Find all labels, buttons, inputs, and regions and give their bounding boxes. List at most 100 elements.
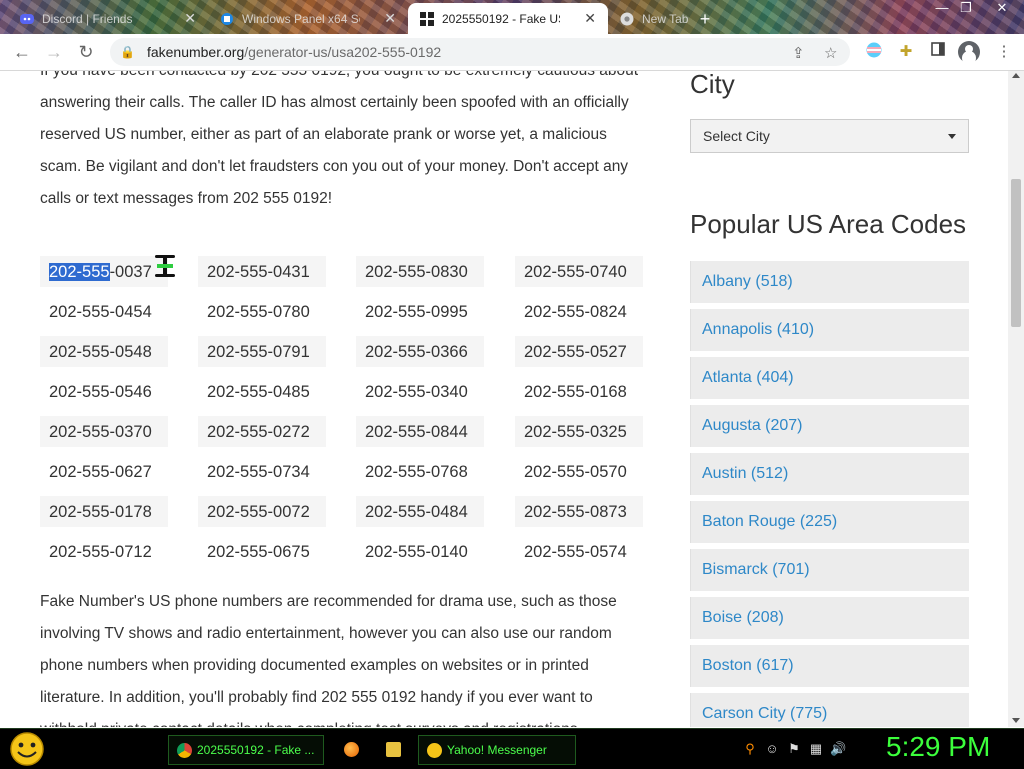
area-code-link[interactable]: Boston (617)	[690, 645, 969, 687]
selected-text: 202-555	[49, 263, 110, 281]
phone-number[interactable]: 202-555-0570	[515, 456, 643, 487]
phone-number[interactable]: 202-555-0072	[198, 496, 326, 527]
area-code-link[interactable]: Carson City (775)	[690, 693, 969, 727]
taskbar-firefox[interactable]	[336, 735, 362, 763]
search-icon[interactable]: ⚲	[742, 741, 758, 757]
unselected-text: -0037	[109, 263, 152, 281]
phone-number[interactable]: 202-555-0366	[356, 336, 484, 367]
area-code-link[interactable]: Austin (512)	[690, 453, 969, 495]
area-code-link[interactable]: Albany (518)	[690, 261, 969, 303]
phone-number[interactable]: 202-555-0178	[40, 496, 168, 527]
back-arrow-icon[interactable]: ←	[10, 41, 34, 63]
tab-title: Windows Panel x64 Setu	[242, 11, 360, 26]
phone-number[interactable]: 202-555-0574	[515, 536, 643, 567]
phone-number[interactable]: 202-555-0830	[356, 256, 484, 287]
start-smiley-icon[interactable]	[8, 731, 46, 767]
tab-discord[interactable]: Discord | Friends ✕	[8, 3, 208, 34]
volume-icon[interactable]: 🔊	[830, 741, 846, 757]
taskbar-folder[interactable]	[378, 735, 404, 763]
area-code-link[interactable]: Boise (208)	[690, 597, 969, 639]
close-tab-icon[interactable]: ✕	[584, 10, 596, 27]
phone-number[interactable]: 202-555-0527	[515, 336, 643, 367]
area-code-link[interactable]: Annapolis (410)	[690, 309, 969, 351]
page-scrollbar[interactable]	[1008, 71, 1024, 727]
taskbar-clock[interactable]: 5:29 PM	[886, 731, 990, 763]
phone-number[interactable]: 202-555-0873	[515, 496, 643, 527]
phone-number[interactable]: 202-555-0768	[356, 456, 484, 487]
yahoo-messenger-icon	[427, 742, 442, 758]
forward-arrow-icon[interactable]: →	[42, 41, 66, 63]
scroll-up-arrow-icon[interactable]	[1012, 73, 1020, 78]
tab-windows-panel[interactable]: Windows Panel x64 Setu ✕	[208, 3, 408, 34]
intro-paragraph: If you have been contacted by 202 555 01…	[40, 71, 638, 207]
phone-number[interactable]: 202-555-0824	[515, 296, 643, 327]
phone-number[interactable]: 202-555-0140	[356, 536, 484, 567]
phone-number[interactable]: 202-555-0370	[40, 416, 168, 447]
bookmark-star-icon[interactable]: ☆	[824, 44, 837, 62]
close-tab-icon[interactable]: ✕	[384, 10, 396, 27]
reload-icon[interactable]: ↻	[74, 41, 98, 63]
number-row: 202-555-0178 202-555-0072 202-555-0484 202-…	[40, 496, 650, 536]
phone-number[interactable]: 202-555-0675	[198, 536, 326, 567]
phone-number[interactable]: 202-555-0844	[356, 416, 484, 447]
extension-flag-icon[interactable]	[864, 42, 884, 62]
browser-tab-strip: Discord | Friends ✕ Windows Panel x64 Se…	[0, 0, 1024, 34]
phone-number[interactable]: 202-555-0780	[198, 296, 326, 327]
scroll-down-arrow-icon[interactable]	[1012, 718, 1020, 723]
area-code-link[interactable]: Atlanta (404)	[690, 357, 969, 399]
number-row: 202-555-0546 202-555-0485 202-555-0340 202-…	[40, 376, 650, 416]
new-tab-button[interactable]: +	[694, 8, 716, 30]
phone-number[interactable]: 202-555-0168	[515, 376, 643, 407]
phone-number[interactable]: 202-555-0485	[198, 376, 326, 407]
close-tab-icon[interactable]: ✕	[184, 10, 196, 27]
tab-title: 2025550192 - Fake US P	[442, 11, 560, 26]
extensions-puzzle-icon[interactable]: ✚	[896, 42, 916, 62]
share-icon[interactable]: ⇪	[792, 44, 805, 62]
area-code-link[interactable]: Augusta (207)	[690, 405, 969, 447]
phone-number[interactable]: 202-555-0546	[40, 376, 168, 407]
area-code-link[interactable]: Bismarck (701)	[690, 549, 969, 591]
tab-new-tab[interactable]: New Tab	[608, 3, 694, 34]
tab-fakenumber[interactable]: 2025550192 - Fake US P ✕	[408, 3, 608, 34]
area-code-link[interactable]: Baton Rouge (225)	[690, 501, 969, 543]
phone-number[interactable]: 202-555-0037	[40, 256, 168, 287]
url-path: /generator-us/usa202-555-0192	[244, 44, 442, 60]
side-panel-icon[interactable]	[928, 42, 948, 62]
number-row: 202-555-0627 202-555-0734 202-555-0768 202-…	[40, 456, 650, 496]
action-center-flag-icon[interactable]: ⚑	[786, 741, 802, 757]
taskbar: 2025550192 - Fake ... Yahoo! Messenger ⚲…	[0, 728, 1024, 769]
phone-number[interactable]: 202-555-0454	[40, 296, 168, 327]
browser-toolbar: ← → ↻ 🔒 fakenumber.org/generator-us/usa2…	[0, 34, 1024, 71]
phone-number[interactable]: 202-555-0484	[356, 496, 484, 527]
phone-number[interactable]: 202-555-0740	[515, 256, 643, 287]
taskbar-yahoo-messenger[interactable]: Yahoo! Messenger	[418, 735, 576, 765]
phone-number[interactable]: 202-555-0791	[198, 336, 326, 367]
close-window-button[interactable]: ✕	[990, 0, 1014, 18]
phone-number[interactable]: 202-555-0995	[356, 296, 484, 327]
phone-number[interactable]: 202-555-0548	[40, 336, 168, 367]
phone-number[interactable]: 202-555-0325	[515, 416, 643, 447]
address-bar[interactable]: 🔒 fakenumber.org/generator-us/usa202-555…	[110, 38, 850, 66]
city-heading: City	[690, 71, 735, 99]
network-icon[interactable]: ▦	[808, 741, 824, 757]
page-viewport: If you have been contacted by 202 555 01…	[0, 71, 1008, 727]
phone-number[interactable]: 202-555-0712	[40, 536, 168, 567]
phone-number[interactable]: 202-555-0734	[198, 456, 326, 487]
taskbar-chrome-window[interactable]: 2025550192 - Fake ...	[168, 735, 324, 765]
phone-number[interactable]: 202-555-0340	[356, 376, 484, 407]
messenger-tray-icon[interactable]: ☺	[764, 741, 780, 757]
installer-icon	[221, 12, 233, 25]
area-codes-heading: Popular US Area Codes	[690, 209, 967, 239]
minimize-button[interactable]: —	[930, 0, 954, 18]
phone-number-grid: 202-555-0037 202-555-0431 202-555-0830 202-…	[40, 256, 650, 576]
profile-avatar[interactable]	[958, 41, 980, 63]
system-tray: ⚲ ☺ ⚑ ▦ 🔊	[742, 738, 846, 760]
phone-number[interactable]: 202-555-0272	[198, 416, 326, 447]
menu-kebab-icon[interactable]: ⋮	[994, 42, 1014, 62]
scrollbar-thumb[interactable]	[1011, 179, 1021, 327]
chrome-icon	[620, 12, 634, 25]
city-select-dropdown[interactable]: Select City	[690, 119, 969, 153]
phone-number[interactable]: 202-555-0627	[40, 456, 168, 487]
phone-number[interactable]: 202-555-0431	[198, 256, 326, 287]
maximize-button[interactable]: ❐	[954, 0, 978, 18]
